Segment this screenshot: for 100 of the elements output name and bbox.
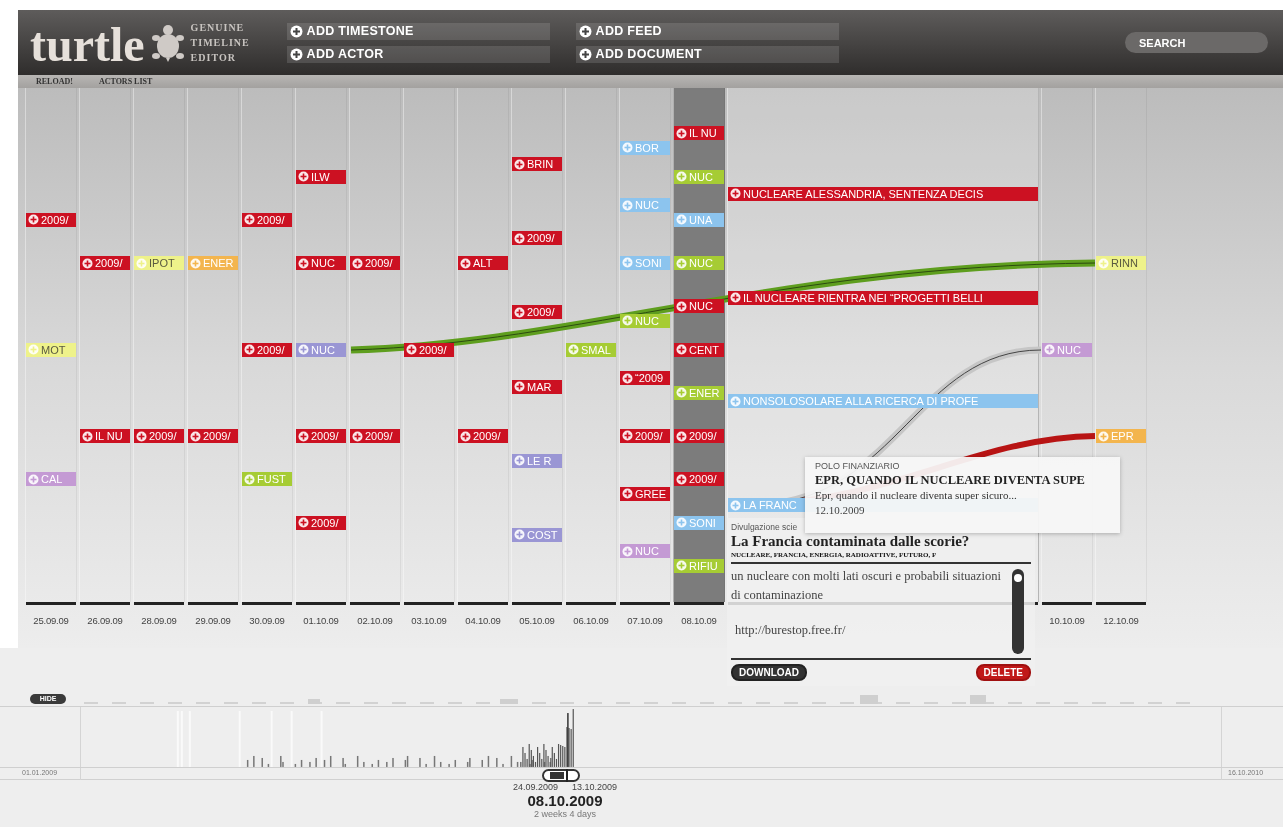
- tagline: TIMELINE: [190, 36, 251, 50]
- histogram-bar: [439, 761, 442, 767]
- date-label: 01.10.09: [302, 614, 340, 628]
- timeline-item[interactable]: 2009/: [242, 342, 292, 357]
- plus-icon: [622, 257, 633, 269]
- timeline-item[interactable]: 2009/: [242, 212, 292, 227]
- document-source: Divulgazione scie: [731, 521, 799, 533]
- date-label: 03.10.09: [410, 614, 448, 628]
- plus-icon: [1044, 344, 1055, 355]
- plus-icon: [676, 214, 687, 226]
- action-button[interactable]: ADD TIMESTONE: [286, 22, 550, 40]
- action-button[interactable]: ADD FEED: [575, 22, 839, 40]
- plus-icon: [514, 306, 525, 318]
- timeline-item[interactable]: 2009/: [350, 429, 400, 443]
- timeline-item[interactable]: IPOT: [134, 256, 184, 270]
- plus-icon: [676, 344, 687, 355]
- timeline-item[interactable]: NUC: [674, 299, 724, 314]
- timeline-item[interactable]: 2009/: [296, 429, 346, 443]
- timeline-item[interactable]: CENT: [674, 342, 724, 357]
- plus-icon: [406, 344, 417, 355]
- action-button[interactable]: ADD ACTOR: [286, 45, 550, 63]
- histogram-bar: [300, 759, 303, 767]
- date-label: 05.10.09: [518, 614, 556, 628]
- timeline-item[interactable]: MOT: [26, 342, 76, 357]
- plus-icon: [298, 171, 309, 182]
- timeline-item[interactable]: 2009/: [620, 428, 670, 443]
- toolbar-button[interactable]: RELOAD!: [34, 75, 75, 88]
- plus-icon: [730, 395, 741, 407]
- delete-button[interactable]: DELETE: [975, 664, 1031, 681]
- histogram-bar: [487, 755, 490, 767]
- timeline-item[interactable]: 2009/: [296, 515, 346, 530]
- date-label: 28.09.09: [140, 614, 178, 628]
- plus-icon: [622, 372, 633, 384]
- plus-icon: [136, 430, 147, 442]
- plus-icon: [82, 430, 93, 442]
- histogram-bar: [356, 755, 359, 767]
- timeline-item[interactable]: 2009/: [134, 429, 184, 443]
- tooltip-category: POLO FINANZIARIO: [815, 461, 901, 472]
- plus-icon: [578, 24, 592, 38]
- document-title: La Francia contaminata dalle scorie?: [731, 533, 971, 550]
- tagline: GENUINE: [190, 21, 246, 35]
- timeline-item[interactable]: IL NU: [80, 429, 130, 443]
- timeline-item[interactable]: 2009/: [188, 429, 238, 443]
- range-handle[interactable]: [542, 768, 580, 782]
- download-button[interactable]: DOWNLOAD: [731, 664, 807, 681]
- timeline-item[interactable]: 2009/: [26, 212, 76, 227]
- date-label: 29.09.09: [194, 614, 232, 628]
- plus-icon: [460, 430, 471, 442]
- action-button[interactable]: ADD DOCUMENT: [575, 45, 839, 63]
- range-start-date: 24.09.2009: [512, 782, 558, 792]
- timeline-item[interactable]: IL NU: [674, 126, 724, 141]
- timeline-item[interactable]: ALT: [458, 256, 508, 270]
- toolbar-button[interactable]: ACTORS LIST: [96, 75, 155, 88]
- timeline-item[interactable]: 2009/: [404, 342, 454, 357]
- timeline-item[interactable]: IL NUCLEARE RIENTRA NEI “PROGETTI BELLI: [728, 290, 1038, 305]
- plus-icon: [244, 344, 255, 355]
- plus-icon: [622, 488, 633, 500]
- timeline-item[interactable]: 2009/: [512, 305, 562, 320]
- histogram-bar: [510, 755, 513, 767]
- plus-icon: [514, 158, 525, 170]
- logo: turtle: [29, 20, 145, 69]
- plus-icon: [676, 171, 687, 182]
- plus-icon: [622, 315, 633, 327]
- plus-icon: [514, 232, 525, 244]
- timeline-item[interactable]: 2009/: [674, 472, 724, 487]
- plus-icon: [676, 257, 687, 269]
- plus-icon: [28, 214, 39, 226]
- plus-icon: [568, 344, 579, 355]
- timeline-item[interactable]: GREE: [620, 486, 670, 501]
- timeline-item[interactable]: NUC: [296, 256, 346, 270]
- plus-icon: [514, 381, 525, 393]
- plus-icon: [82, 257, 93, 269]
- timeline-item[interactable]: BRIN: [512, 157, 562, 172]
- timeline-item[interactable]: 2009/: [80, 256, 130, 270]
- timeline-item[interactable]: ILW: [296, 169, 346, 184]
- timeline-item[interactable]: RINN: [1096, 256, 1146, 270]
- timeline-item[interactable]: 2009/: [512, 231, 562, 246]
- plus-icon: [136, 257, 147, 269]
- date-label: 10.10.09: [1048, 614, 1086, 628]
- plus-icon: [244, 214, 255, 226]
- timeline-item[interactable]: “2009: [620, 371, 670, 386]
- plus-icon: [676, 517, 687, 528]
- timeline-item[interactable]: 2009/: [458, 429, 508, 443]
- plus-icon: [622, 430, 633, 442]
- plus-icon: [676, 300, 687, 312]
- plus-icon: [190, 257, 201, 269]
- timeline-item[interactable]: NUCLEARE ALESSANDRIA, SENTENZA DECIS: [728, 186, 1038, 201]
- timeline-item[interactable]: MAR: [512, 379, 562, 394]
- plus-icon: [298, 257, 309, 269]
- document-link[interactable]: http://burestop.free.fr/: [731, 621, 1006, 640]
- range-end-date: 13.10.2009: [572, 782, 618, 792]
- scrollbar[interactable]: [1012, 569, 1024, 654]
- plus-icon: [622, 142, 633, 154]
- tagline: EDITOR: [190, 51, 237, 65]
- timeline-item[interactable]: 2009/: [350, 256, 400, 270]
- histogram-bar: [329, 755, 332, 767]
- search-field[interactable]: SEARCH: [1125, 32, 1268, 53]
- plus-icon: [289, 47, 303, 61]
- timeline-item[interactable]: 2009/: [674, 429, 724, 443]
- tooltip-date: 12.10.2009: [815, 503, 866, 517]
